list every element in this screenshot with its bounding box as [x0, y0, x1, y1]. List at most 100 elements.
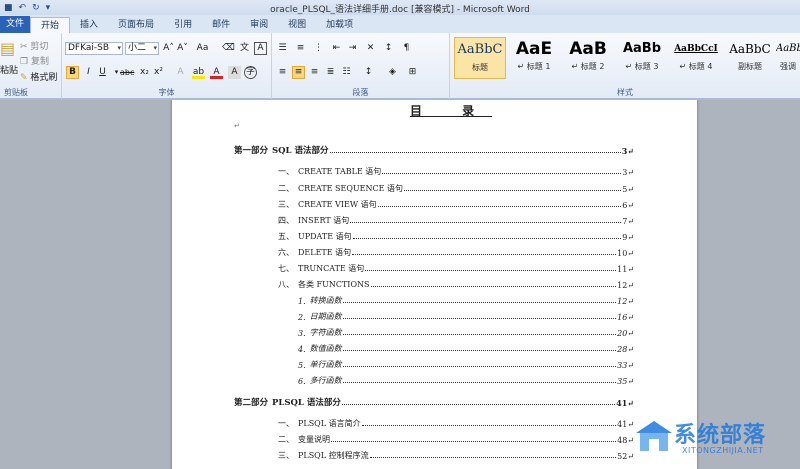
- watermark-logo: 系统部落 XITONGZHIJIA.NET: [634, 415, 794, 465]
- style-heading-2[interactable]: AaB ↵ 标题 2: [562, 37, 614, 79]
- font-color-icon[interactable]: A: [210, 66, 223, 79]
- align-left-icon[interactable]: ≡: [276, 66, 289, 79]
- font-name-combo[interactable]: DFKai-SB ▾: [65, 42, 123, 55]
- toc-entry[interactable]: 一、 PLSQL 语言简介 41↵: [278, 417, 634, 429]
- tab-mailings[interactable]: 邮件: [202, 17, 240, 33]
- shading-icon[interactable]: ◈: [386, 66, 399, 79]
- char-shading-icon[interactable]: A: [228, 66, 241, 79]
- toc-leader-dots: [365, 270, 617, 271]
- toc-entry[interactable]: 三、 PLSQL 控制程序流 52↵: [278, 449, 634, 461]
- clear-format-icon[interactable]: ⌫: [222, 42, 235, 55]
- char-border-icon[interactable]: A: [254, 42, 267, 55]
- toc-entry[interactable]: 三、 CREATE VIEW 语句 6↵: [278, 198, 634, 210]
- tab-file[interactable]: 文件: [0, 16, 31, 33]
- toc-entry[interactable]: 四、 INSERT 语句 7↵: [278, 214, 634, 226]
- grow-font-icon[interactable]: A˄: [162, 42, 175, 55]
- toc-leader-dots: [352, 238, 622, 239]
- toc-sub-entry[interactable]: 1. 转换函数 12↵: [298, 294, 634, 306]
- subscript-icon[interactable]: x₂: [138, 66, 151, 79]
- paste-icon[interactable]: ▤: [0, 39, 15, 58]
- bold-icon[interactable]: B: [66, 66, 79, 79]
- align-center-icon[interactable]: ≡: [292, 66, 305, 79]
- multilevel-list-icon[interactable]: ⋮: [312, 42, 325, 55]
- toc-entry-text: 各类 FUNCTIONS: [298, 280, 370, 289]
- toc-leader-dots: [361, 425, 617, 426]
- shrink-font-icon[interactable]: A˅: [176, 42, 189, 55]
- tab-review[interactable]: 审阅: [240, 17, 278, 33]
- toc-part-entry[interactable]: 第二部分 PLSQL 语法部分 41↵: [234, 396, 634, 408]
- toc-entry-number: 一、: [278, 167, 294, 176]
- line-spacing-icon[interactable]: ↕: [362, 66, 375, 79]
- style-emphasis[interactable]: AaBbCcI 强调: [776, 37, 800, 79]
- toc-entry[interactable]: 五、 UPDATE 语句 9↵: [278, 230, 634, 242]
- align-right-icon[interactable]: ≡: [308, 66, 321, 79]
- tab-view[interactable]: 视图: [278, 17, 316, 33]
- toc-page-number: 48↵: [617, 436, 634, 445]
- toc-entry[interactable]: 八、 各类 FUNCTIONS 12↵: [278, 278, 634, 290]
- styles-group-label: 样式: [617, 88, 633, 97]
- toc-page-number: 20↵: [617, 329, 634, 338]
- toc-part-entry[interactable]: 第一部分 SQL 语法部分 3↵: [234, 144, 634, 156]
- toc-entry[interactable]: 六、 DELETE 语句 10↵: [278, 246, 634, 258]
- tab-page-layout[interactable]: 页面布局: [108, 17, 164, 33]
- toc-entry-text: 字符函数: [309, 328, 342, 337]
- toc-leader-dots: [404, 190, 622, 191]
- toc-entry[interactable]: 二、 CREATE SEQUENCE 语句 5↵: [278, 182, 634, 194]
- paste-button[interactable]: 粘贴: [0, 63, 18, 76]
- highlight-icon[interactable]: ab: [192, 66, 205, 79]
- toc-sub-entry[interactable]: 4. 数值函数 28↵: [298, 342, 634, 354]
- italic-icon[interactable]: I: [82, 66, 95, 79]
- toc-page-number: 3↵: [621, 146, 634, 156]
- bullets-icon[interactable]: ☰: [276, 42, 289, 55]
- toc-entry-number: 第一部分: [234, 146, 269, 156]
- toc-sub-entry[interactable]: 2. 日期函数 16↵: [298, 310, 634, 322]
- text-effect-icon[interactable]: A: [174, 66, 187, 79]
- font-size-combo[interactable]: 小二 ▾: [125, 42, 159, 55]
- decrease-indent-icon[interactable]: ⇤: [330, 42, 343, 55]
- toc-entry-text: CREATE SEQUENCE 语句: [298, 184, 404, 193]
- increase-indent-icon[interactable]: ⇥: [346, 42, 359, 55]
- toc-sub-entry[interactable]: 3. 字符函数 20↵: [298, 326, 634, 338]
- font-group: DFKai-SB ▾ 小二 ▾ A˄ A˅ Aa ⌫ 文 A B I U ▾ abc…: [62, 33, 272, 99]
- tab-addins[interactable]: 加载项: [316, 17, 363, 33]
- toc-entry[interactable]: 七、 TRUNCATE 语句 11↵: [278, 262, 634, 274]
- toc-entry-text: PLSQL 语法部分: [272, 398, 341, 408]
- document-page[interactable]: 目 录 ↵ 第一部分 SQL 语法部分 3↵ 一、 CREATE TABLE 语句 3↵ 二…: [172, 100, 697, 469]
- toc-entry-number: 三、: [278, 200, 294, 209]
- show-marks-icon[interactable]: ¶: [400, 42, 413, 55]
- format-painter-button[interactable]: ✎ 格式刷: [20, 70, 57, 83]
- style-title[interactable]: AaBbC 标题: [454, 37, 506, 79]
- toc-sub-entry[interactable]: 5. 单行函数 33↵: [298, 358, 634, 370]
- tab-home[interactable]: 开始: [30, 17, 71, 33]
- underline-icon[interactable]: U: [96, 66, 109, 79]
- change-case-icon[interactable]: Aa: [196, 42, 209, 55]
- chinese-layout-icon[interactable]: ✕: [364, 42, 377, 55]
- copy-button[interactable]: ❐ 复制: [20, 54, 49, 67]
- strikethrough-icon[interactable]: abc: [120, 66, 134, 79]
- superscript-icon[interactable]: x²: [152, 66, 165, 79]
- font-group-label: 字体: [158, 88, 175, 97]
- enclosed-char-icon[interactable]: 字: [244, 66, 257, 79]
- ribbon: ▤ 粘贴 ✂ 剪切 ❐ 复制 ✎ 格式刷 剪贴板 DFKai-SB ▾ 小二 ▾ A…: [0, 33, 800, 99]
- toc-entry-text: SQL 语法部分: [272, 146, 329, 156]
- style-heading-1[interactable]: AaE ↵ 标题 1: [508, 37, 560, 79]
- justify-icon[interactable]: ≣: [324, 66, 337, 79]
- sort-icon[interactable]: ↕: [382, 42, 395, 55]
- tab-references[interactable]: 引用: [164, 17, 202, 33]
- toc-sub-entry[interactable]: 6. 多行函数 35↵: [298, 374, 634, 386]
- toc-leader-dots: [352, 254, 617, 255]
- phonetic-guide-icon[interactable]: 文: [238, 42, 251, 55]
- toc-entry-text: DELETE 语句: [298, 248, 352, 257]
- style-heading-4[interactable]: AaBbCcI ↵ 标题 4: [670, 37, 722, 79]
- toc-entry[interactable]: 一、 CREATE TABLE 语句 3↵: [278, 165, 634, 177]
- cut-button[interactable]: ✂ 剪切: [20, 39, 48, 52]
- style-subtitle[interactable]: AaBbC 副标题: [724, 37, 776, 79]
- tab-insert[interactable]: 插入: [70, 17, 108, 33]
- toc-page-number: 33↵: [617, 361, 634, 370]
- toc-leader-dots: [331, 441, 617, 442]
- toc-entry[interactable]: 二、 变量说明 48↵: [278, 433, 634, 445]
- distributed-icon[interactable]: ☷: [340, 66, 353, 79]
- style-heading-3[interactable]: AaBb ↵ 标题 3: [616, 37, 668, 79]
- borders-icon[interactable]: ⊞: [406, 66, 419, 79]
- numbering-icon[interactable]: ≡: [294, 42, 307, 55]
